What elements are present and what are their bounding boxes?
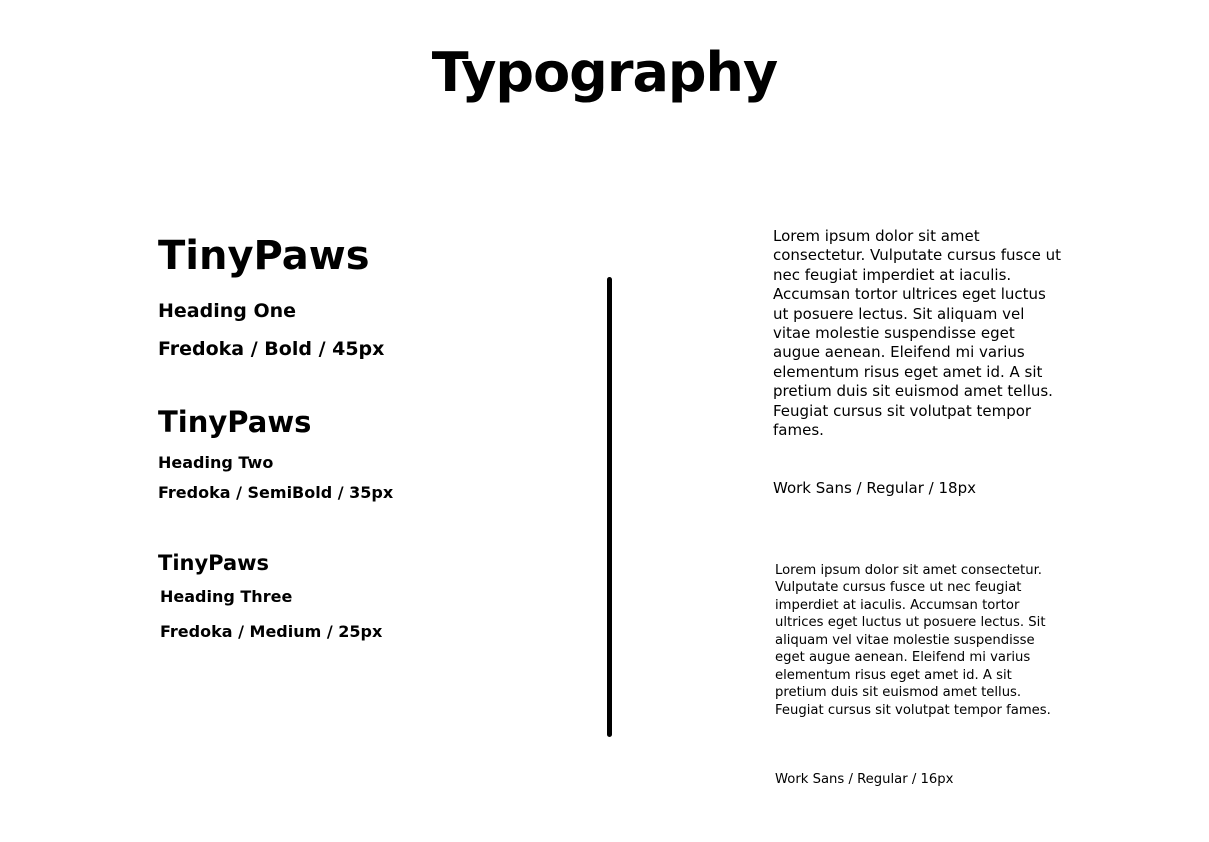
heading-two-sample: TinyPaws bbox=[158, 405, 312, 439]
page-title: Typography bbox=[431, 41, 778, 104]
heading-three-spec: Fredoka / Medium / 25px bbox=[160, 622, 383, 641]
heading-one-label: Heading One bbox=[158, 300, 297, 322]
heading-two-spec: Fredoka / SemiBold / 35px bbox=[158, 483, 394, 502]
body-small-spec: Work Sans / Regular / 16px bbox=[775, 772, 954, 787]
body-small-sample: Lorem ipsum dolor sit amet consectetur. … bbox=[775, 563, 1051, 718]
vertical-divider bbox=[607, 277, 612, 737]
heading-one-spec: Fredoka / Bold / 45px bbox=[158, 338, 385, 360]
heading-one-sample: TinyPaws bbox=[158, 233, 370, 279]
heading-two-label: Heading Two bbox=[158, 453, 274, 472]
body-large-sample: Lorem ipsum dolor sit amet consectetur. … bbox=[773, 227, 1062, 440]
heading-three-label: Heading Three bbox=[160, 587, 293, 606]
heading-three-sample: TinyPaws bbox=[158, 551, 270, 575]
body-large-spec: Work Sans / Regular / 18px bbox=[773, 479, 976, 497]
